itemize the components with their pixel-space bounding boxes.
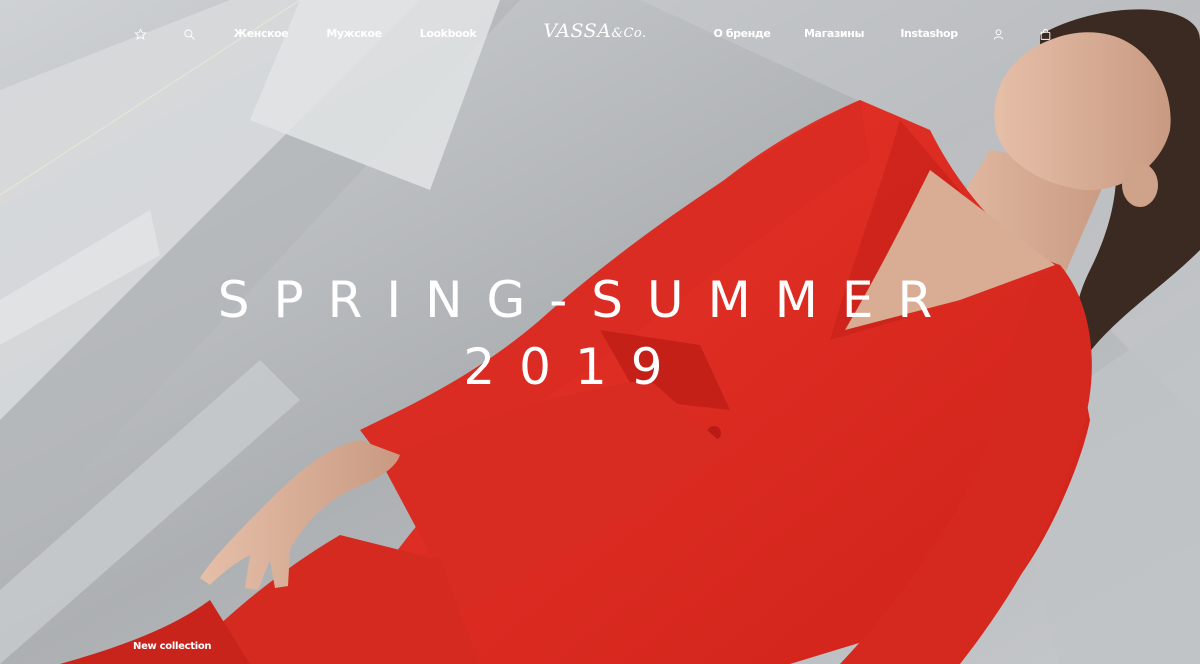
new-collection-link[interactable]: New collection [133,641,212,652]
user-icon[interactable] [990,26,1006,42]
search-icon[interactable] [181,26,197,42]
hero-banner[interactable]: Женское Мужское Lookbook VASSA&Co. О бре… [0,0,1200,664]
nav-item-stores[interactable]: Магазины [804,26,864,42]
shopping-bag-icon[interactable] [1037,26,1053,42]
star-icon[interactable] [132,26,148,42]
logo-amp: &Co. [611,26,647,41]
nav-item-lookbook[interactable]: Lookbook [420,26,477,42]
nav-item-women[interactable]: Женское [234,26,289,42]
top-navigation: Женское Мужское Lookbook VASSA&Co. О бре… [0,0,1200,68]
nav-item-instashop[interactable]: Instashop [900,26,958,42]
nav-item-men[interactable]: Мужское [326,26,382,42]
headline-season: SPRING-SUMMER [217,271,957,329]
brand-logo[interactable]: VASSA&Co. [543,20,646,42]
logo-main: VASSA [543,20,612,42]
headline-year: 2019 [463,338,687,396]
hero-headline: SPRING-SUMMER 2019 [0,268,1150,402]
nav-item-about[interactable]: О бренде [714,26,771,42]
